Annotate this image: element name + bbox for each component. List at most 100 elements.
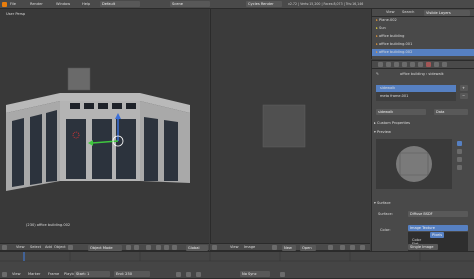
editor-type-icon[interactable] <box>2 272 7 277</box>
breadcrumb: ✎ office building › sidewalk <box>376 70 472 78</box>
outliner-item-selected[interactable]: ▸ office building.002 <box>372 49 474 56</box>
uv-grid <box>262 104 306 148</box>
jump-start-icon[interactable] <box>176 272 181 277</box>
scale-icon[interactable] <box>172 245 177 250</box>
outliner-item-label: office building.002 <box>378 50 413 54</box>
3d-viewport-header: View Select Add Object Object Mode Globa… <box>0 243 209 251</box>
translate-icon[interactable] <box>156 245 161 250</box>
outliner-item-label: office building.001 <box>378 42 413 46</box>
world-tab-icon[interactable] <box>394 62 399 67</box>
menu-select[interactable]: Select <box>30 243 41 251</box>
menu-window[interactable]: Window <box>56 0 70 8</box>
layout-selector[interactable]: Default <box>100 1 140 7</box>
outliner-item[interactable]: ▸ office building <box>376 34 404 38</box>
menu-frame[interactable]: Frame <box>48 270 59 278</box>
menu-object[interactable]: Object <box>54 243 66 251</box>
3d-viewport[interactable]: User Persp (230) office building.002 <box>0 9 209 243</box>
menu-add[interactable]: Add <box>45 243 52 251</box>
properties-tabs <box>372 61 474 69</box>
manipulator-icon[interactable] <box>146 245 151 250</box>
breadcrumb-object[interactable]: office building <box>400 72 425 76</box>
shading-solid-icon[interactable] <box>126 245 131 250</box>
material-preview-image <box>376 139 452 189</box>
image-browse-icon[interactable] <box>272 245 277 250</box>
pivot-icon[interactable] <box>134 245 139 250</box>
material-slot-item[interactable]: meta frame.001 <box>376 93 456 99</box>
sync-selector[interactable]: No Sync <box>240 271 270 277</box>
render-tab-icon[interactable] <box>378 62 383 67</box>
texture-tab-icon[interactable] <box>434 62 439 67</box>
uv-image-editor[interactable] <box>210 9 370 243</box>
outliner-item[interactable]: ▸ Plane.002 <box>376 18 397 22</box>
start-frame-field[interactable]: Start: 1 <box>74 271 110 277</box>
building-scene <box>6 67 190 191</box>
menu-file[interactable]: File <box>10 0 16 8</box>
preview-sphere <box>376 139 452 189</box>
keying-icon[interactable] <box>280 272 285 277</box>
surface-label: Surface: <box>378 212 393 216</box>
view-mode-icon[interactable] <box>340 245 345 250</box>
sync-icon[interactable] <box>350 245 355 250</box>
data-tab-icon[interactable] <box>418 62 423 67</box>
menu-render[interactable]: Render <box>30 0 43 8</box>
menu-help[interactable]: Help <box>82 0 90 8</box>
outliner-filter[interactable]: Visible Layers <box>424 10 470 16</box>
jump-end-icon[interactable] <box>196 272 201 277</box>
menu-view[interactable]: View <box>230 243 239 251</box>
pin-icon[interactable] <box>328 245 333 250</box>
surface-shader-selector[interactable]: Diffuse BSDF <box>408 211 468 217</box>
menu-view[interactable]: View <box>16 243 25 251</box>
outliner: View Search Visible Layers ▸ Plane.002 ▸… <box>371 9 474 59</box>
scene-tab-icon[interactable] <box>386 62 391 67</box>
pin-icon[interactable]: ✎ <box>376 72 380 76</box>
outliner-tab-view[interactable]: View <box>386 8 395 16</box>
data-link-selector[interactable]: Data <box>434 109 468 115</box>
outliner-item-label: Sun <box>378 26 386 30</box>
properties-editor: ✎ office building › sidewalk sidewalk me… <box>371 60 474 252</box>
color-input-selector[interactable]: Image Texture <box>408 225 468 231</box>
outliner-item[interactable]: ▸ Sun <box>376 26 386 30</box>
preview-cube-icon[interactable] <box>457 149 462 154</box>
render-icon[interactable] <box>360 245 365 250</box>
color-label: Color: <box>380 228 391 232</box>
play-icon[interactable] <box>186 272 191 277</box>
preview-monkey-icon[interactable] <box>457 157 462 162</box>
outliner-header: View Search Visible Layers <box>372 9 474 17</box>
add-slot-button[interactable]: + <box>460 85 468 91</box>
rotate-icon[interactable] <box>164 245 169 250</box>
remove-slot-button[interactable]: − <box>460 93 468 99</box>
editor-type-icon[interactable] <box>2 245 7 250</box>
outliner-tab-search[interactable]: Search <box>402 8 414 16</box>
panel-surface[interactable]: ▾ Surface <box>374 201 391 205</box>
panel-title: Custom Properties <box>376 121 411 125</box>
editor-type-icon[interactable] <box>212 245 217 250</box>
modifier-tab-icon[interactable] <box>410 62 415 67</box>
render-engine-selector[interactable]: Cycles Render <box>246 1 282 7</box>
material-tab-icon[interactable] <box>426 62 431 67</box>
material-slot-list: sidewalk meta frame.001 <box>376 85 456 101</box>
outliner-item[interactable]: ▸ office building.001 <box>376 42 412 46</box>
preview-hair-icon[interactable] <box>457 165 462 170</box>
image-editor-header: View Image New Open <box>210 243 370 251</box>
blender-logo-icon[interactable] <box>2 2 7 7</box>
scene-stats: v2.72 | Verts:15,200 | Faces:8,073 | Tri… <box>288 2 364 6</box>
material-slot-item[interactable]: sidewalk <box>376 85 456 92</box>
view-shading-icon[interactable] <box>68 245 73 250</box>
material-name-field[interactable]: sidewalk <box>376 109 426 115</box>
menu-image[interactable]: Image <box>244 243 255 251</box>
panel-title: Surface <box>376 201 391 205</box>
particles-tab-icon[interactable] <box>442 62 447 67</box>
panel-preview[interactable]: ▾ Preview <box>374 130 391 134</box>
timeline-ruler[interactable] <box>0 252 474 262</box>
panel-custom-properties[interactable]: ▸ Custom Properties <box>374 121 410 125</box>
preview-sphere-icon[interactable] <box>457 141 462 146</box>
end-frame-field[interactable]: End: 250 <box>114 271 150 277</box>
menu-marker[interactable]: Marker <box>28 270 40 278</box>
object-tab-icon[interactable] <box>402 62 407 67</box>
menu-view[interactable]: View <box>12 270 21 278</box>
single-image-option[interactable]: Single Image <box>408 244 438 250</box>
scene-selector[interactable]: Scene <box>170 1 210 7</box>
outliner-item-label: office building <box>378 34 405 38</box>
breadcrumb-material[interactable]: sidewalk <box>428 72 443 76</box>
floating-plane-object <box>67 67 91 91</box>
